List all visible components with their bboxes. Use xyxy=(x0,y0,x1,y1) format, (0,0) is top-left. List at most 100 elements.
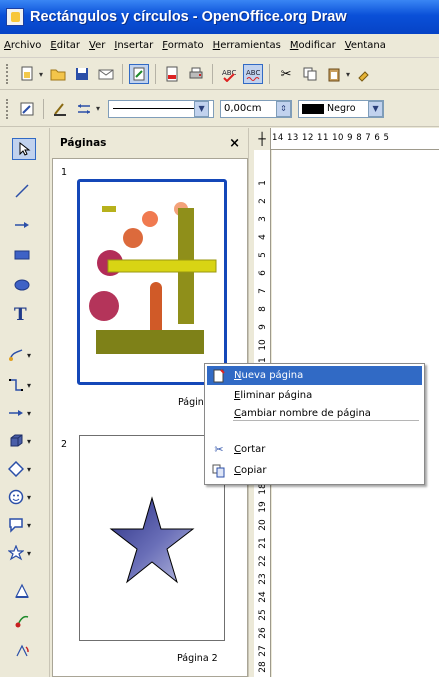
copy-icon xyxy=(207,464,231,478)
select-arrow-icon[interactable] xyxy=(12,138,36,160)
print-icon[interactable] xyxy=(186,64,206,84)
line-width-spinner[interactable]: 0,00cm ⇕ xyxy=(220,99,293,118)
spinner-arrows-icon[interactable]: ⇕ xyxy=(276,100,292,117)
menu-editar[interactable]: Editar xyxy=(50,40,80,51)
arrow-style-dropdown[interactable]: ▾ xyxy=(96,104,100,113)
edit-file-icon[interactable] xyxy=(129,64,150,84)
styles-formatting-icon[interactable] xyxy=(17,99,37,119)
new-document-icon[interactable] xyxy=(17,64,37,84)
vertical-ruler-label: 28 xyxy=(258,661,268,673)
toolbar-separator xyxy=(212,64,214,84)
horizontal-ruler[interactable]: 14 13 12 11 10 9 8 7 6 5 xyxy=(254,128,439,150)
vertical-ruler-label: 4 xyxy=(258,234,268,240)
new-page-icon xyxy=(207,368,231,383)
menu-bar: Archivo Editar Ver Insertar Formato Herr… xyxy=(0,34,439,58)
line-tool-icon[interactable] xyxy=(14,180,50,202)
export-pdf-icon[interactable] xyxy=(162,64,182,84)
vertical-ruler-label: 2 xyxy=(258,198,268,204)
color-swatch xyxy=(302,103,325,114)
chevron-down-icon[interactable]: ▼ xyxy=(368,100,384,117)
scissors-icon: ✂ xyxy=(214,443,224,456)
paste-icon[interactable] xyxy=(324,64,344,84)
page-2-drawing xyxy=(109,496,195,584)
menu-item-label: Eliminar página xyxy=(234,390,313,401)
svg-text:ABC: ABC xyxy=(246,69,260,77)
toolbar-grip[interactable] xyxy=(6,98,9,119)
line-icon[interactable] xyxy=(50,99,70,119)
horizontal-ruler-labels: 14 13 12 11 10 9 8 7 6 5 xyxy=(272,133,390,143)
title-bar[interactable]: Rectángulos y círculos - OpenOffice.org … xyxy=(0,0,439,34)
menu-item-label: Cambiar nombre de página xyxy=(234,408,371,419)
vertical-ruler-label: 25 xyxy=(258,609,268,621)
standard-toolbar: ▾ ABC ABC ✂ ▾ xyxy=(0,59,439,90)
menu-item-copy[interactable]: Copiar xyxy=(207,461,422,480)
app-icon xyxy=(6,8,24,26)
line-width-value: 0,00cm xyxy=(224,103,262,114)
spellcheck-icon[interactable]: ABC xyxy=(219,64,239,84)
menu-herramientas[interactable]: Herramientas xyxy=(213,40,281,51)
paste-dropdown-arrow[interactable]: ▾ xyxy=(346,70,350,79)
toolbar-separator xyxy=(155,64,157,84)
pages-panel-title: Páginas xyxy=(60,137,107,149)
drawing-toolbar: T ▾ ▾ ▾ ▾ ▾ ▾ ▾ ▾ xyxy=(0,128,50,677)
vertical-ruler-label: 6 xyxy=(258,270,268,276)
stars-tool-icon[interactable]: ▾ xyxy=(8,542,44,564)
vertical-ruler-label: 5 xyxy=(258,252,268,258)
arrow-line-tool-icon[interactable] xyxy=(14,214,50,236)
menu-formato[interactable]: Formato xyxy=(162,40,203,51)
copy-icon[interactable] xyxy=(300,64,320,84)
vertical-ruler-label: 19 xyxy=(258,501,268,513)
menu-modificar[interactable]: Modificar xyxy=(290,40,336,51)
vertical-ruler-label: 21 xyxy=(258,537,268,549)
menu-item-label: Copiar xyxy=(234,465,267,476)
menu-insertar[interactable]: Insertar xyxy=(114,40,153,51)
arrow-style-icon[interactable] xyxy=(74,99,94,119)
vertical-ruler-label: 20 xyxy=(258,519,268,531)
symbol-shapes-tool-icon[interactable]: ▾ xyxy=(8,486,44,508)
new-dropdown-arrow[interactable]: ▾ xyxy=(39,70,43,79)
cut-icon[interactable]: ✂ xyxy=(276,64,296,84)
context-menu: Nueva página Eliminar página Cambiar nom… xyxy=(204,363,425,485)
basic-shapes-tool-icon[interactable]: ▾ xyxy=(8,458,44,480)
vertical-ruler-label: 7 xyxy=(258,288,268,294)
menu-archivo[interactable]: Archivo xyxy=(4,40,41,51)
save-icon[interactable] xyxy=(72,64,92,84)
vertical-ruler-label: 3 xyxy=(258,216,268,222)
line-style-select[interactable]: ▼ xyxy=(108,99,215,118)
rectangle-tool-icon[interactable] xyxy=(14,244,50,266)
email-icon[interactable] xyxy=(96,64,116,84)
line-filling-toolbar: ▾ ▼ 0,00cm ⇕ Negro ▼ xyxy=(0,91,439,127)
connector-tool-icon[interactable]: ▾ xyxy=(8,374,44,396)
curve-tool-icon[interactable]: ▾ xyxy=(8,344,44,366)
page-thumbnail-1[interactable] xyxy=(77,179,227,385)
close-icon[interactable]: × xyxy=(229,136,240,151)
menu-ventana[interactable]: Ventana xyxy=(345,40,386,51)
vertical-ruler-label: 27 xyxy=(258,645,268,657)
vertical-ruler-label: 23 xyxy=(258,573,268,585)
open-folder-icon[interactable] xyxy=(48,64,68,84)
menu-item-new-page[interactable]: Nueva página xyxy=(207,366,422,385)
points-tool-icon[interactable] xyxy=(14,580,50,602)
chevron-down-icon[interactable]: ▼ xyxy=(194,100,210,117)
autospellcheck-icon[interactable]: ABC xyxy=(243,64,264,84)
page-1-drawing xyxy=(89,202,217,354)
page-number: 1 xyxy=(61,167,68,178)
text-tool-icon[interactable]: T xyxy=(14,304,50,326)
clone-format-icon[interactable] xyxy=(355,64,375,84)
line-color-select[interactable]: Negro ▼ xyxy=(298,99,385,118)
menu-item-label: Nueva página xyxy=(234,370,304,381)
menu-item-delete-page[interactable]: Eliminar página xyxy=(207,386,422,405)
callout-tool-icon[interactable]: ▾ xyxy=(8,514,44,536)
line-color-name: Negro xyxy=(327,103,356,114)
ruler-corner-icon[interactable]: ┼ xyxy=(254,128,271,150)
menu-item-cut[interactable]: ✂ Cortar xyxy=(207,440,422,459)
ellipse-tool-icon[interactable] xyxy=(14,274,50,296)
menu-ver[interactable]: Ver xyxy=(89,40,105,51)
page-number: 2 xyxy=(61,439,68,450)
rotate-tool-icon[interactable] xyxy=(14,640,50,662)
toolbar-grip[interactable] xyxy=(6,64,9,84)
vertical-ruler-label: 26 xyxy=(258,627,268,639)
glue-points-tool-icon[interactable] xyxy=(14,610,50,632)
lines-arrows-tool-icon[interactable]: ▾ xyxy=(8,402,44,424)
3d-objects-tool-icon[interactable]: ▾ xyxy=(8,430,44,452)
